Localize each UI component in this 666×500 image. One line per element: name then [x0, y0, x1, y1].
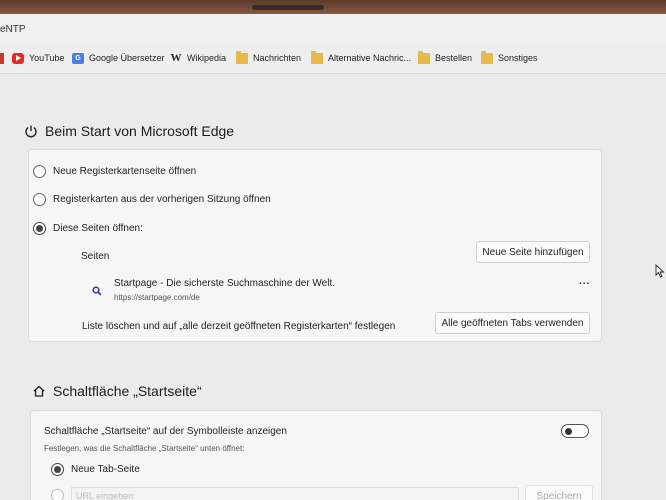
add-page-button[interactable]: Neue Seite hinzufügen — [476, 241, 590, 263]
option-label: Neue Tab-Seite — [71, 464, 140, 475]
option-label: Registerkarten aus der vorherigen Sitzun… — [53, 194, 271, 205]
bookmark-cut[interactable] — [0, 51, 9, 65]
folder-icon — [481, 50, 493, 64]
folder-icon — [236, 50, 248, 64]
home-option-new-tab[interactable]: Neue Tab-Seite — [51, 463, 140, 476]
startup-section-title: Beim Start von Microsoft Edge — [24, 123, 234, 139]
search-icon — [92, 286, 102, 296]
mouse-cursor-icon — [655, 264, 665, 278]
browser-screen: eNTP YouTube G Google Übersetzer W Wikip… — [0, 14, 666, 500]
folder-icon — [311, 50, 323, 64]
bookmark-label: Alternative Nachric... — [328, 53, 412, 63]
bookmark-folder-nachrichten[interactable]: Nachrichten — [236, 50, 302, 65]
bookmark-label: Bestellen — [435, 53, 473, 63]
bookmarks-bar: YouTube G Google Übersetzer W Wikipedia … — [0, 42, 666, 74]
startup-option-open-pages[interactable]: Diese Seiten öffnen: — [33, 222, 143, 235]
radio-checked[interactable] — [33, 222, 46, 235]
bookmark-folder-sonstiges[interactable]: Sonstiges — [481, 50, 538, 65]
home-option-url[interactable] — [51, 489, 71, 500]
laptop-bezel — [0, 0, 666, 14]
home-button-card: Schaltfläche „Startseite“ auf der Symbol… — [30, 410, 602, 500]
youtube-icon — [12, 52, 24, 64]
use-all-tabs-button[interactable]: Alle geöffneten Tabs verwenden — [435, 312, 590, 334]
startup-card: Neue Registerkartenseite öffnen Register… — [28, 149, 602, 342]
page-entry: Startpage - Die sicherste Suchmaschine d… — [89, 276, 594, 308]
bookmark-google-translate[interactable]: G Google Übersetzer — [72, 51, 165, 65]
startup-title-text: Beim Start von Microsoft Edge — [45, 123, 235, 139]
home-title-text: Schaltfläche „Startseite“ — [53, 383, 202, 399]
bookmark-label: YouTube — [29, 53, 65, 63]
home-sub-label: Festlegen, was die Schaltfläche „Startse… — [44, 444, 245, 453]
bookmark-youtube[interactable]: YouTube — [12, 51, 64, 65]
more-options-icon[interactable]: ... — [579, 276, 590, 287]
startup-option-previous-session[interactable]: Registerkarten aus der vorherigen Sitzun… — [33, 193, 271, 206]
startup-option-new-tab[interactable]: Neue Registerkartenseite öffnen — [33, 165, 196, 178]
bookmark-edge-icon — [0, 52, 4, 64]
page-url: https://startpage.com/de — [114, 293, 200, 302]
save-button[interactable]: Speichern — [525, 485, 593, 500]
radio-unchecked[interactable] — [33, 193, 46, 206]
clear-list-text: Liste löschen und auf „alle derzeit geöf… — [82, 321, 396, 332]
option-label: Neue Registerkartenseite öffnen — [53, 166, 197, 177]
pages-label: Seiten — [81, 251, 110, 262]
radio-checked[interactable] — [51, 463, 64, 476]
bookmark-label: Wikipedia — [187, 53, 227, 63]
radio-unchecked[interactable] — [51, 489, 64, 500]
bookmark-folder-alternative[interactable]: Alternative Nachric... — [311, 50, 412, 65]
page-title: Startpage - Die sicherste Suchmaschine d… — [114, 278, 336, 289]
show-home-button-label: Schaltfläche „Startseite“ auf der Symbol… — [44, 426, 287, 437]
bookmark-label: Nachrichten — [253, 53, 302, 63]
home-section-title: Schaltfläche „Startseite“ — [32, 383, 202, 399]
settings-content: Beim Start von Microsoft Edge Neue Regis… — [0, 75, 666, 500]
google-translate-icon: G — [72, 52, 84, 64]
bezel-notch — [252, 5, 324, 10]
option-label: Diese Seiten öffnen: — [53, 223, 143, 234]
bookmark-wikipedia[interactable]: W Wikipedia — [170, 51, 227, 65]
power-icon — [25, 125, 37, 138]
folder-icon — [418, 50, 430, 64]
bookmark-label: Sonstiges — [498, 53, 538, 63]
wikipedia-icon: W — [170, 51, 182, 64]
radio-unchecked[interactable] — [33, 165, 46, 178]
bookmark-folder-bestellen[interactable]: Bestellen — [418, 50, 473, 65]
tab-title[interactable]: eNTP — [0, 24, 26, 35]
url-input[interactable]: URL eingeben — [71, 487, 519, 500]
tab-strip: eNTP — [0, 14, 666, 42]
url-input-placeholder: URL eingeben — [76, 491, 134, 500]
home-button-toggle[interactable] — [561, 424, 589, 438]
bookmark-label: Google Übersetzer — [89, 53, 165, 63]
home-icon — [33, 385, 45, 397]
